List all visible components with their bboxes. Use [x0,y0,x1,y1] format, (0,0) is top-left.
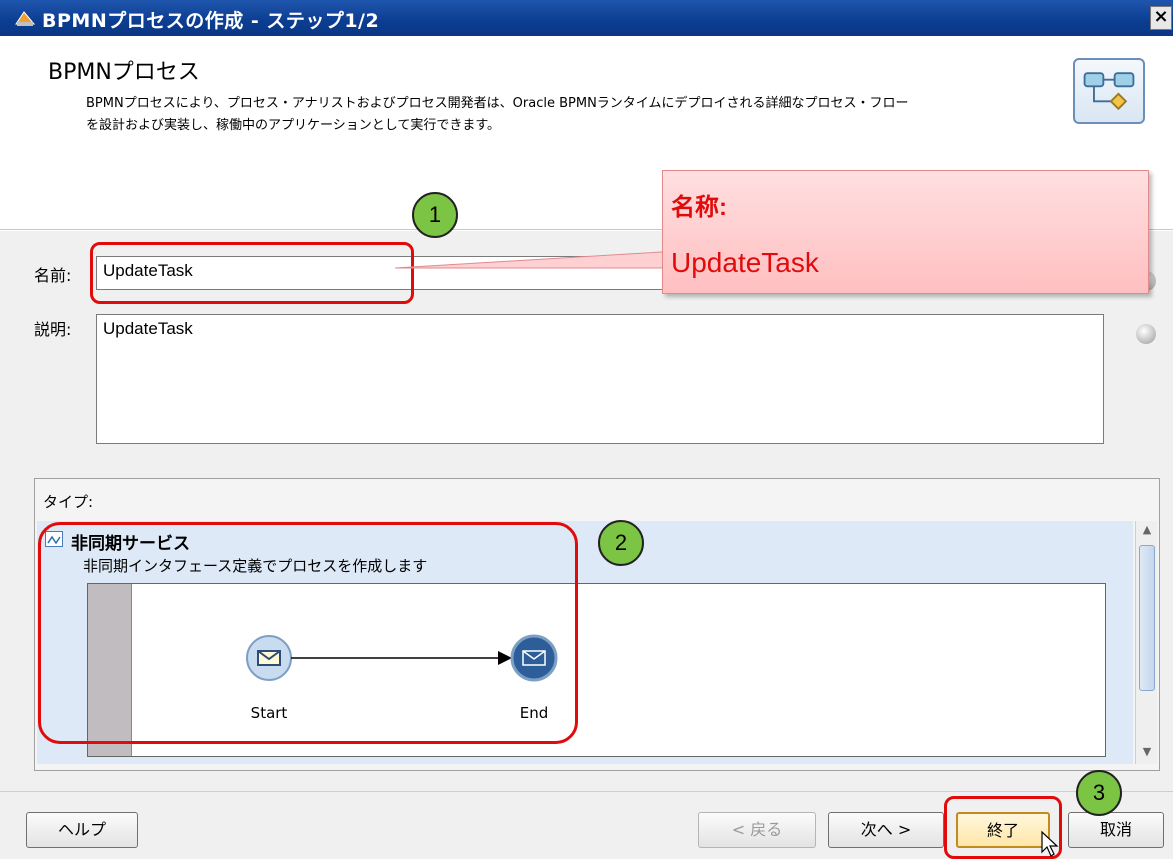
description-globe-icon[interactable] [1136,324,1156,344]
name-callout: 名称: UpdateTask [662,170,1149,294]
annotation-box-name [90,242,414,304]
annotation-box-type [38,522,578,744]
help-button[interactable]: ヘルプ [26,812,138,848]
page-description-line1: BPMNプロセスにより、プロセス・アナリストおよびプロセス開発者は、Oracle… [86,96,909,111]
wizard-app-icon [15,11,36,26]
callout-pointer [395,250,696,269]
page-description-line2: を設計および実装し、稼働中のアプリケーションとして実行できます。 [86,118,501,133]
description-label: 説明: [34,320,72,339]
mouse-cursor-icon [1041,830,1059,857]
page-title: BPMNプロセス [48,60,200,85]
step-marker-3: 3 [1076,770,1122,816]
back-button[interactable]: < 戻る [698,812,816,848]
next-button[interactable]: 次へ > [828,812,944,848]
close-button[interactable]: × [1150,6,1172,30]
scrollbar-thumb[interactable] [1139,545,1155,691]
type-list-scrollbar[interactable]: ▲ ▼ [1135,521,1157,764]
callout-title: 名称: [671,194,727,221]
step-marker-1: 1 [412,192,458,238]
type-label: タイプ: [43,493,94,511]
title-bar: BPMNプロセスの作成 - ステップ1/2 × [0,0,1173,36]
cancel-button[interactable]: 取消 [1068,812,1164,848]
scroll-up-icon[interactable]: ▲ [1139,523,1155,539]
window-title: BPMNプロセスの作成 - ステップ1/2 [42,10,380,32]
callout-value: UpdateTask [671,247,819,278]
step-marker-2: 2 [598,520,644,566]
process-diagram-icon [1073,58,1145,124]
name-label: 名前: [34,266,72,285]
scroll-down-icon[interactable]: ▼ [1139,745,1155,761]
description-textarea[interactable]: UpdateTask [96,314,1104,444]
